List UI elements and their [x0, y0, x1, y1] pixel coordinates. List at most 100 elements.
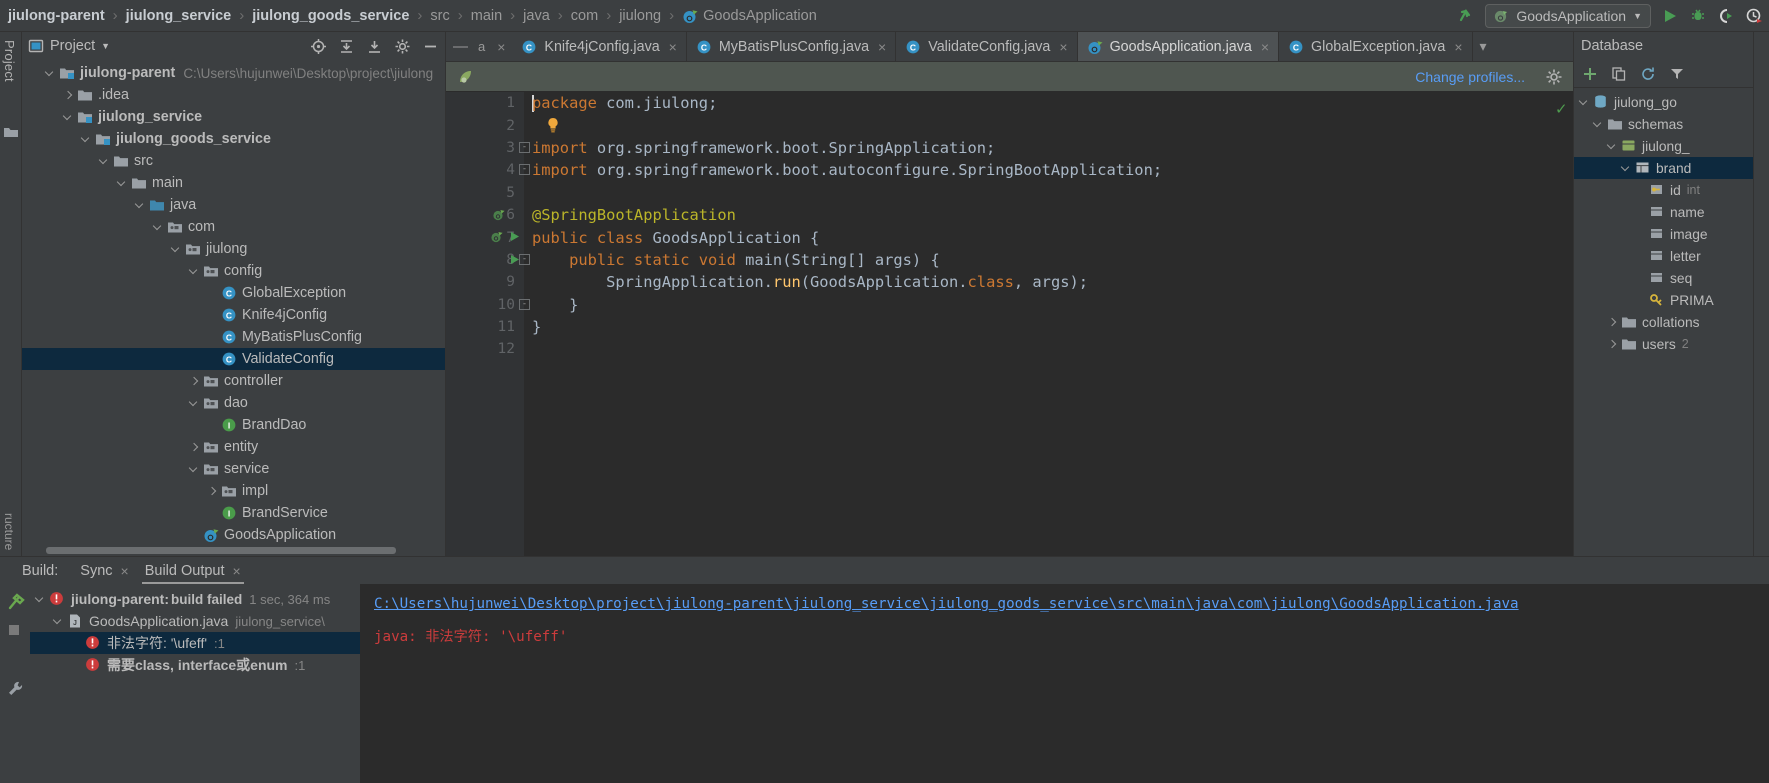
editor-tab-mybatisplusconfig[interactable]: C MyBatisPlusConfig.java ×	[687, 32, 897, 61]
project-tree-item-config[interactable]: config	[22, 260, 445, 282]
profile-icon[interactable]	[1745, 7, 1763, 25]
chevron-down-icon[interactable]: ▼	[1633, 11, 1642, 21]
chevron-down-icon[interactable]	[80, 133, 93, 146]
project-tree-item-dao[interactable]: dao	[22, 392, 445, 414]
project-tree-item-entity[interactable]: entity	[22, 436, 445, 458]
breadcrumb-item-goodsapplication[interactable]: GoodsApplication	[682, 8, 817, 24]
breadcrumb-item-main[interactable]: main	[471, 8, 502, 24]
add-icon[interactable]	[1582, 66, 1598, 82]
project-tree-item-java[interactable]: java	[22, 194, 445, 216]
debug-icon[interactable]	[1689, 7, 1707, 25]
build-tree-row[interactable]: jiulong-parent: build failed 1 sec, 364 ms	[30, 588, 360, 610]
close-icon[interactable]: ×	[121, 563, 129, 579]
chevron-down-icon[interactable]	[170, 243, 183, 256]
breadcrumb-item-jiulong-parent[interactable]: jiulong-parent	[8, 8, 105, 24]
project-tree-item-service[interactable]: service	[22, 458, 445, 480]
database-tree-item-prima[interactable]: PRIMA	[1574, 289, 1753, 311]
close-icon[interactable]: ×	[878, 39, 886, 55]
build-tree-row[interactable]: 非法字符: '\ufeff':1	[30, 632, 360, 654]
project-file-tree[interactable]: jiulong-parent C:\Users\hujunwei\Desktop\…	[22, 60, 445, 556]
editor-tab-knife4jconfig[interactable]: C Knife4jConfig.java ×	[512, 32, 687, 61]
breadcrumb-item-jiulong-goods-service[interactable]: jiulong_goods_service	[252, 8, 409, 24]
run-coverage-icon[interactable]	[1717, 7, 1735, 25]
chevron-down-icon[interactable]	[1592, 118, 1605, 131]
database-tree-item-seq[interactable]: seq	[1574, 267, 1753, 289]
change-profiles-link[interactable]: Change profiles...	[1415, 69, 1525, 85]
database-tree-item-brand[interactable]: brand	[1574, 157, 1753, 179]
database-tree[interactable]: jiulong_go schemas jiulong_ brand id int name i…	[1574, 88, 1753, 556]
spring-bean-gutter-icon[interactable]	[492, 208, 506, 222]
project-tree-item--idea[interactable]: .idea	[22, 84, 445, 106]
project-tree-item-main[interactable]: main	[22, 172, 445, 194]
chevron-down-icon[interactable]: ▼	[101, 41, 110, 51]
locate-icon[interactable]	[310, 38, 327, 55]
hide-editor-icon[interactable]: —	[453, 38, 468, 55]
chevron-down-icon[interactable]	[1606, 140, 1619, 153]
project-tree-item-jiulong[interactable]: jiulong	[22, 238, 445, 260]
chevron-right-icon[interactable]	[206, 485, 219, 498]
chevron-down-icon[interactable]	[62, 111, 75, 124]
database-tree-item-letter[interactable]: letter	[1574, 245, 1753, 267]
copy-icon[interactable]	[1611, 66, 1627, 82]
editor-tab-overflow-button[interactable]: ▾	[1473, 32, 1494, 61]
breadcrumb-item-src[interactable]: src	[430, 8, 449, 24]
stop-icon[interactable]	[6, 622, 24, 640]
project-tree-item-mybatisplusconfig[interactable]: C MyBatisPlusConfig	[22, 326, 445, 348]
chevron-down-icon[interactable]	[1578, 96, 1591, 109]
close-icon[interactable]: ×	[1059, 39, 1067, 55]
build-console[interactable]: C:\Users\hujunwei\Desktop\project\jiulon…	[360, 584, 1769, 783]
close-icon[interactable]: ×	[1454, 39, 1462, 55]
tool-window-button-structure[interactable]: ructure	[2, 513, 16, 550]
build-tree-row[interactable]: 需要class, interface或enum:1	[30, 654, 360, 676]
chevron-right-icon[interactable]	[1606, 316, 1619, 329]
code-fold-toggle[interactable]: -	[519, 253, 530, 265]
updown-arrow-icon[interactable]	[1455, 6, 1475, 26]
editor-tab-globalexception[interactable]: C GlobalException.java ×	[1279, 32, 1473, 61]
close-icon[interactable]: ×	[1261, 39, 1269, 55]
refresh-icon[interactable]	[1640, 66, 1656, 82]
chevron-down-icon[interactable]	[98, 155, 111, 168]
wrench-icon[interactable]	[6, 679, 24, 697]
hide-panel-icon[interactable]	[422, 38, 439, 55]
project-tree-item-jiulong-parent[interactable]: jiulong-parent C:\Users\hujunwei\Desktop\…	[22, 62, 445, 84]
chevron-down-icon[interactable]	[52, 615, 65, 628]
chevron-down-icon[interactable]	[188, 397, 201, 410]
close-icon[interactable]: ×	[669, 39, 677, 55]
inspection-ok-icon[interactable]: ✓	[1555, 100, 1568, 118]
gear-icon[interactable]	[394, 38, 411, 55]
project-tree-item-branddao[interactable]: I BrandDao	[22, 414, 445, 436]
gear-icon[interactable]	[1545, 68, 1563, 86]
database-tree-item-image[interactable]: image	[1574, 223, 1753, 245]
project-tree-item-brandservice[interactable]: I BrandService	[22, 502, 445, 524]
editor-tab-bar[interactable]: — a × C Knife4jConfig.java × C MyBatisPlusConfi…	[446, 32, 1573, 62]
project-tree-item-src[interactable]: src	[22, 150, 445, 172]
project-tree-item-jiulong-service[interactable]: jiulong_service	[22, 106, 445, 128]
run-configuration-selector[interactable]: GoodsApplication ▼	[1485, 3, 1651, 28]
project-tree-horizontal-scrollbar[interactable]	[46, 547, 396, 554]
build-tab-sync[interactable]: Sync ×	[72, 557, 136, 584]
code-fold-toggle[interactable]: -	[519, 298, 530, 310]
breadcrumb-item-jiulong-service[interactable]: jiulong_service	[126, 8, 232, 24]
build-tree-row[interactable]: J GoodsApplication.java jiulong_service\	[30, 610, 360, 632]
chevron-down-icon[interactable]	[188, 463, 201, 476]
tool-window-button-project[interactable]: Project	[2, 40, 17, 82]
build-hammer-icon[interactable]	[6, 592, 25, 610]
database-tree-item-name[interactable]: name	[1574, 201, 1753, 223]
close-icon[interactable]: ×	[233, 563, 241, 579]
editor-gutter[interactable]: 1 2 3 4 5 6 7 8 9 10 11 12	[446, 92, 524, 556]
breadcrumb-item-jiulong[interactable]: jiulong	[619, 8, 661, 24]
close-icon[interactable]: ×	[497, 39, 505, 55]
database-tree-item-schemas[interactable]: schemas	[1574, 113, 1753, 135]
project-tree-item-goodsapplication[interactable]: GoodsApplication	[22, 524, 445, 546]
database-tree-item-collations[interactable]: collations	[1574, 311, 1753, 333]
project-tree-item-jiulong-goods-service[interactable]: jiulong_goods_service	[22, 128, 445, 150]
build-tab-build-output[interactable]: Build Output ×	[137, 557, 249, 584]
database-tree-item-users[interactable]: users 2	[1574, 333, 1753, 355]
editor-code-text[interactable]: package com.jiulong; import org.springfra…	[519, 92, 1551, 556]
collapse-all-icon[interactable]	[366, 38, 383, 55]
run-icon[interactable]	[1661, 7, 1679, 25]
database-tree-item-id[interactable]: id int	[1574, 179, 1753, 201]
chevron-down-icon[interactable]	[1620, 162, 1633, 175]
expand-all-icon[interactable]	[338, 38, 355, 55]
chevron-down-icon[interactable]	[34, 593, 47, 606]
